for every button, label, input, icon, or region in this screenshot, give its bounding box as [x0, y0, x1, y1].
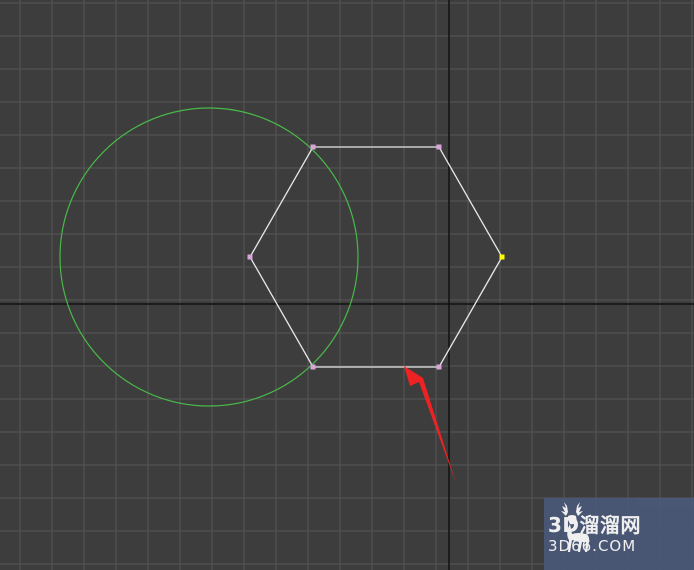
vertex-handle[interactable]: [247, 254, 253, 260]
watermark: 3D溜溜网 3D66.COM: [544, 498, 694, 570]
world-axes: [0, 0, 694, 570]
deer-logo-icon: [561, 502, 590, 552]
grid: [0, 0, 694, 570]
hexagon-shape[interactable]: [249, 146, 503, 368]
vertex-handle[interactable]: [310, 144, 316, 150]
hexagon-vertices[interactable]: [247, 144, 505, 370]
viewport-canvas[interactable]: 3D溜溜网 3D66.COM: [0, 0, 694, 570]
vertex-handle[interactable]: [436, 364, 442, 370]
viewport-scene[interactable]: [0, 0, 694, 570]
vertex-handle[interactable]: [436, 144, 442, 150]
selected-vertex-handle[interactable]: [499, 254, 505, 260]
circle-shape[interactable]: [59, 107, 359, 407]
vertex-handle[interactable]: [310, 364, 316, 370]
